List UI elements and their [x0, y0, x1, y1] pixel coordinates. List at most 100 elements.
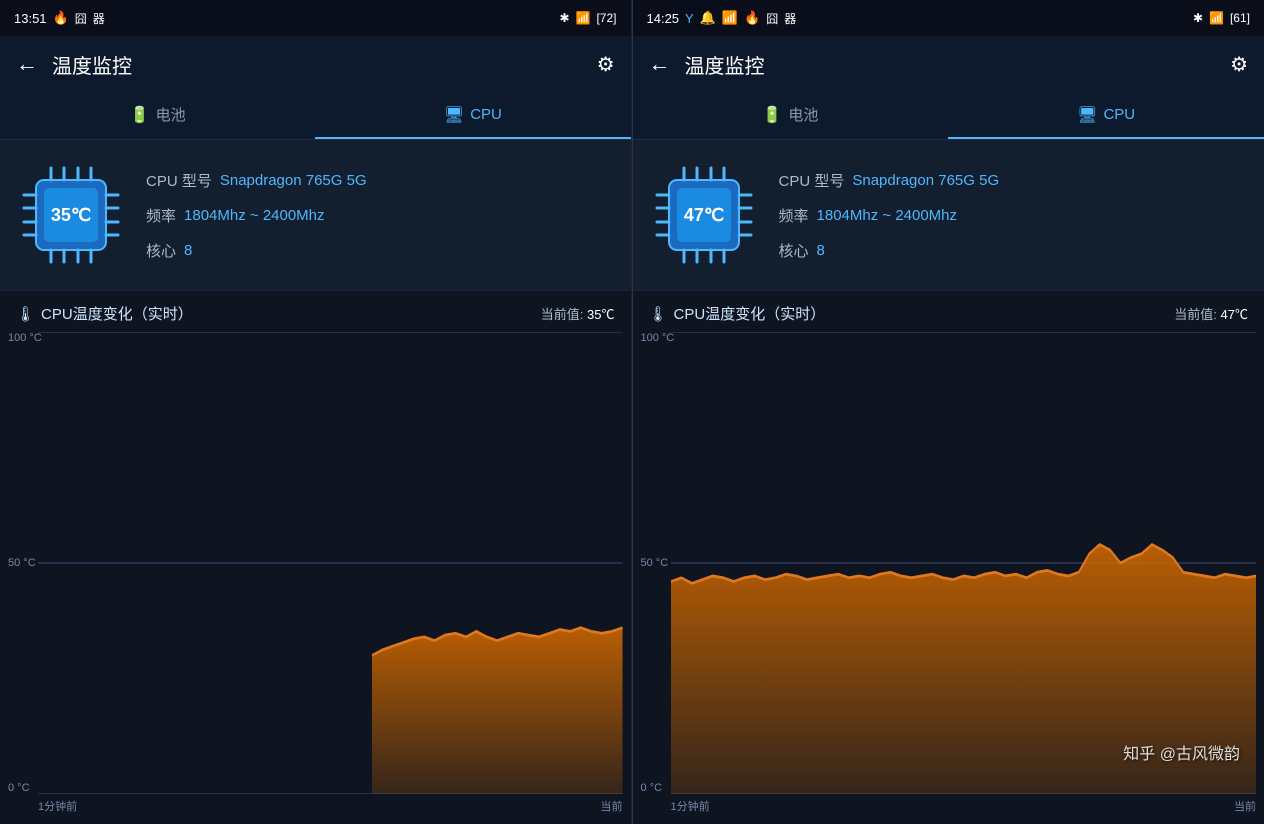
y-axis-1: 100 °C 50 °C 0 °C [8, 332, 42, 794]
cpu-model-row-1: CPU 型号 Snapdragon 765G 5G [146, 170, 615, 191]
cpu-chip-icon-2: 47℃ [649, 160, 759, 270]
cpu-freq-value-2: 1804Mhz ~ 2400Mhz [817, 207, 958, 224]
y-min-1: 0 °C [8, 782, 42, 794]
y-min-2: 0 °C [641, 782, 675, 794]
tab-cpu-label-2: CPU [1103, 106, 1135, 123]
topbar-2: ← 温度监控 ⚙ [633, 36, 1264, 92]
status-bar-2: 14:25 Y 🔔 📶 🔥 囧 器 ✱ 📶 [61] [633, 0, 1264, 36]
battery-tab-icon-1: 🔋 [130, 105, 150, 125]
screen-icon-2: 器 [784, 10, 796, 27]
y-max-2: 100 °C [641, 332, 675, 344]
graph-current-1: 当前值: 35℃ [541, 304, 615, 323]
cpu-core-label-2: 核心 [779, 240, 809, 261]
tab-battery-1[interactable]: 🔋 电池 [0, 92, 315, 139]
cpu-chip-icon-1: 35℃ [16, 160, 126, 270]
cpu-tab-icon-2: 🖥 [1077, 105, 1097, 125]
status-bar-1: 13:51 🔥 囧 器 ✱ 📶 [72] [0, 0, 631, 36]
bluetooth-icon-2: ✱ [1193, 11, 1203, 25]
chart-container-1: 100 °C 50 °C 0 °C [38, 332, 623, 794]
graph-title-text-1: CPU温度变化（实时） [41, 303, 193, 324]
x-axis-1: 1分钟前 当前 [38, 798, 623, 814]
status-right-2: ✱ 📶 [61] [1193, 11, 1250, 25]
cpu-core-row-2: 核心 8 [779, 240, 1249, 261]
tab-battery-2[interactable]: 🔋 电池 [633, 92, 949, 139]
screen-icon-1: 器 [93, 10, 105, 27]
flame-icon-1: 🔥 [53, 10, 69, 26]
content-1: 35℃ CPU 型号 Snapdragon 765G 5G 频率 1804Mhz… [0, 140, 631, 824]
bluetooth-icon-1: ✱ [559, 11, 569, 25]
battery-icon-1: [72] [596, 11, 616, 25]
tab-cpu-1[interactable]: 🖥 CPU [315, 92, 630, 139]
cpu-model-label-1: CPU 型号 [146, 170, 212, 191]
time-2: 14:25 [647, 11, 680, 26]
wifi-icon-1: 📶 [576, 11, 591, 25]
y-mid-1: 50 °C [8, 557, 42, 569]
cpu-tab-icon-1: 🖥 [444, 105, 464, 125]
y-mid-2: 50 °C [641, 557, 675, 569]
tab-bar-1: 🔋 电池 🖥 CPU [0, 92, 631, 140]
back-button-2[interactable]: ← [649, 51, 671, 77]
status-right-1: ✱ 📶 [72] [559, 11, 616, 25]
cpu-core-row-1: 核心 8 [146, 240, 615, 261]
graph-section-2: 🌡 CPU温度变化（实时） 当前值: 47℃ 100 °C 50 °C 0 °C [633, 291, 1264, 824]
tab-battery-label-1: 电池 [156, 104, 186, 125]
svg-text:47℃: 47℃ [683, 205, 723, 225]
cpu-info-2: 47℃ CPU 型号 Snapdragon 765G 5G 频率 1804Mhz… [633, 140, 1264, 291]
tab-cpu-2[interactable]: 🖥 CPU [948, 92, 1264, 139]
chart-svg-2 [671, 332, 1257, 794]
cpu-model-value-1: Snapdragon 765G 5G [220, 172, 367, 189]
graph-current-value-2: 47℃ [1221, 307, 1248, 322]
y-axis-2: 100 °C 50 °C 0 °C [641, 332, 675, 794]
tab-battery-label-2: 电池 [788, 104, 818, 125]
graph-current-2: 当前值: 47℃ [1174, 304, 1248, 323]
x-start-1: 1分钟前 [38, 798, 77, 814]
graph-current-value-1: 35℃ [587, 307, 614, 322]
cpu-model-row-2: CPU 型号 Snapdragon 765G 5G [779, 170, 1249, 191]
sim-icon-1: 囧 [75, 10, 87, 27]
tab-bar-2: 🔋 电池 🖥 CPU [633, 92, 1264, 140]
wifi-icon-2: 📶 [1209, 11, 1224, 25]
watermark: 知乎 @古风微韵 [1123, 740, 1240, 764]
status-left-2: 14:25 Y 🔔 📶 🔥 囧 器 [647, 10, 797, 27]
content-2: 47℃ CPU 型号 Snapdragon 765G 5G 频率 1804Mhz… [633, 140, 1264, 824]
cpu-details-2: CPU 型号 Snapdragon 765G 5G 频率 1804Mhz ~ 2… [779, 170, 1249, 261]
graph-title-2: 🌡 CPU温度变化（实时） [649, 303, 826, 324]
phone-panel-2: 14:25 Y 🔔 📶 🔥 囧 器 ✱ 📶 [61] ← 温度监控 ⚙ 🔋 电池 [633, 0, 1264, 824]
cpu-model-label-2: CPU 型号 [779, 170, 845, 191]
graph-title-text-2: CPU温度变化（实时） [674, 303, 826, 324]
battery-tab-icon-2: 🔋 [762, 105, 782, 125]
page-title-2: 温度监控 [685, 50, 765, 79]
thermometer-icon-1: 🌡 [16, 305, 35, 323]
x-end-2: 当前 [1234, 798, 1256, 814]
graph-current-label-2: 当前值: [1174, 307, 1217, 322]
battery-icon-2: [61] [1230, 11, 1250, 25]
topbar-left-1: ← 温度监控 [16, 50, 132, 79]
graph-title-row-2: 🌡 CPU温度变化（实时） 当前值: 47℃ [641, 303, 1257, 324]
cpu-freq-label-2: 频率 [779, 205, 809, 226]
topbar-1: ← 温度监控 ⚙ [0, 36, 631, 92]
settings-button-1[interactable]: ⚙ [597, 52, 615, 77]
graph-current-label-1: 当前值: [541, 307, 584, 322]
cpu-model-value-2: Snapdragon 765G 5G [852, 172, 999, 189]
cpu-freq-label-1: 频率 [146, 205, 176, 226]
cpu-info-1: 35℃ CPU 型号 Snapdragon 765G 5G 频率 1804Mhz… [0, 140, 631, 291]
page-title-1: 温度监控 [52, 50, 132, 79]
svg-text:35℃: 35℃ [51, 205, 91, 225]
chart-container-2: 100 °C 50 °C 0 °C [671, 332, 1257, 794]
signal-icon-2: 📶 [722, 10, 738, 26]
cpu-freq-value-1: 1804Mhz ~ 2400Mhz [184, 207, 325, 224]
flame-icon-2: 🔥 [744, 10, 760, 26]
sim-icon-2: 囧 [766, 10, 778, 27]
network-icon-2: Y [685, 11, 694, 26]
cpu-freq-row-1: 频率 1804Mhz ~ 2400Mhz [146, 205, 615, 226]
cpu-core-value-2: 8 [817, 242, 825, 259]
x-axis-2: 1分钟前 当前 [671, 798, 1257, 814]
cpu-core-label-1: 核心 [146, 240, 176, 261]
chart-svg-1 [38, 332, 623, 794]
tab-cpu-label-1: CPU [470, 106, 502, 123]
back-button-1[interactable]: ← [16, 51, 38, 77]
settings-button-2[interactable]: ⚙ [1230, 52, 1248, 77]
graph-title-1: 🌡 CPU温度变化（实时） [16, 303, 193, 324]
thermometer-icon-2: 🌡 [649, 305, 668, 323]
y-max-1: 100 °C [8, 332, 42, 344]
